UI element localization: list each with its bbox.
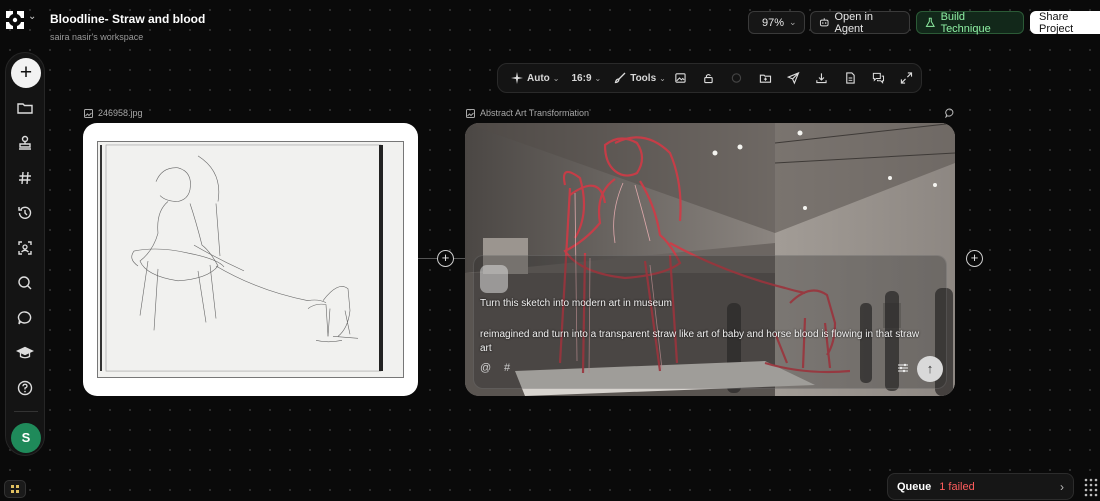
sparkle-icon (511, 72, 523, 84)
workspace-name: saira nasir's workspace (50, 32, 144, 42)
chevron-down-icon: ⌄ (659, 73, 666, 83)
comment-icon[interactable] (945, 108, 955, 118)
mention-button[interactable]: @ (480, 362, 491, 374)
expand-icon[interactable] (900, 71, 913, 85)
avatar[interactable]: S (11, 423, 41, 453)
tools-label: Tools (630, 72, 657, 84)
sliders-icon[interactable] (897, 362, 909, 374)
build-technique-button[interactable]: Build Technique (916, 10, 1024, 35)
sidebar-divider (14, 411, 38, 412)
add-node-button-right[interactable]: + (966, 250, 983, 267)
share-project-button[interactable]: Share Project (1030, 10, 1100, 35)
history-icon[interactable] (16, 204, 34, 222)
chat-icon[interactable] (16, 309, 34, 327)
queue-status: 1 failed (939, 480, 975, 493)
source-image-node[interactable] (83, 123, 418, 396)
folder-icon[interactable] (16, 99, 34, 117)
scan-icon[interactable] (16, 239, 34, 257)
prompt-text-line1[interactable]: Turn this sketch into modern art in muse… (480, 298, 672, 309)
tools-select[interactable]: Tools ⌄ (609, 71, 670, 85)
brush-icon (614, 72, 626, 84)
download-icon[interactable] (815, 71, 828, 85)
prompt-box[interactable]: Turn this sketch into modern art in muse… (473, 255, 947, 389)
build-technique-label: Build Technique (940, 10, 991, 35)
project-title[interactable]: Bloodline- Straw and blood (50, 12, 205, 26)
grid-icon (11, 485, 19, 493)
queue-panel[interactable]: Queue 1 failed › (887, 473, 1074, 500)
robot-icon (819, 18, 829, 27)
stamp-icon[interactable] (16, 134, 34, 152)
source-filename: 246958.jpg (98, 108, 143, 118)
flask-icon (925, 17, 935, 27)
zoom-control[interactable]: 97% ⌄ (748, 11, 805, 34)
output-node-label: Abstract Art Transformation (466, 108, 589, 118)
image-icon[interactable] (674, 71, 687, 85)
ratio-select[interactable]: 16:9 ⌄ (567, 73, 605, 84)
share-project-label: Share Project (1039, 10, 1074, 35)
prompt-text-line2[interactable]: reimagined and turn into a transparent s… (480, 328, 920, 356)
chevron-down-icon: ⌄ (552, 73, 560, 83)
image-icon (84, 108, 93, 118)
hashtag-icon[interactable] (16, 169, 34, 187)
search-icon[interactable] (16, 274, 34, 292)
source-node-label: 246958.jpg (84, 108, 143, 118)
image-icon (466, 108, 475, 118)
sketch-image (97, 141, 404, 378)
send-prompt-button[interactable]: ↑ (917, 356, 943, 382)
canvas-toolbar: Auto ⌄ 16:9 ⌄ Tools ⌄ (497, 63, 922, 93)
mode-select[interactable]: Auto ⌄ (506, 71, 563, 85)
chevron-down-icon: ⌄ (789, 17, 797, 27)
hashtag-button[interactable]: # (504, 362, 510, 374)
zoom-value: 97% (762, 16, 785, 29)
reference-thumbnail[interactable] (480, 265, 508, 293)
minimap-button[interactable] (4, 480, 26, 498)
app-logo[interactable] (4, 9, 26, 31)
open-in-agent-button[interactable]: Open in Agent (810, 10, 910, 35)
mode-label: Auto (527, 72, 550, 84)
help-icon[interactable] (16, 379, 34, 397)
send-icon[interactable] (786, 71, 800, 85)
dot-grid-icon[interactable] (1082, 476, 1100, 500)
comments-icon[interactable] (872, 71, 885, 85)
add-node-button-left[interactable]: + (437, 250, 454, 267)
chevron-down-icon[interactable]: ⌄ (28, 11, 36, 22)
open-in-agent-label: Open in Agent (834, 10, 874, 35)
chevron-right-icon: › (1060, 479, 1064, 494)
queue-label: Queue (897, 480, 932, 493)
lock-icon[interactable] (702, 71, 715, 85)
disabled-circle-icon (732, 73, 742, 83)
ratio-label: 16:9 (571, 72, 592, 84)
chevron-down-icon: ⌄ (594, 73, 602, 83)
graduation-cap-icon[interactable] (16, 344, 34, 362)
sidebar: + S (5, 52, 45, 456)
output-image-node[interactable]: Turn this sketch into modern art in muse… (465, 123, 955, 396)
output-node-title: Abstract Art Transformation (480, 108, 590, 118)
folder-plus-icon[interactable] (759, 71, 772, 85)
add-button[interactable]: + (11, 58, 41, 88)
document-icon[interactable] (844, 71, 857, 85)
